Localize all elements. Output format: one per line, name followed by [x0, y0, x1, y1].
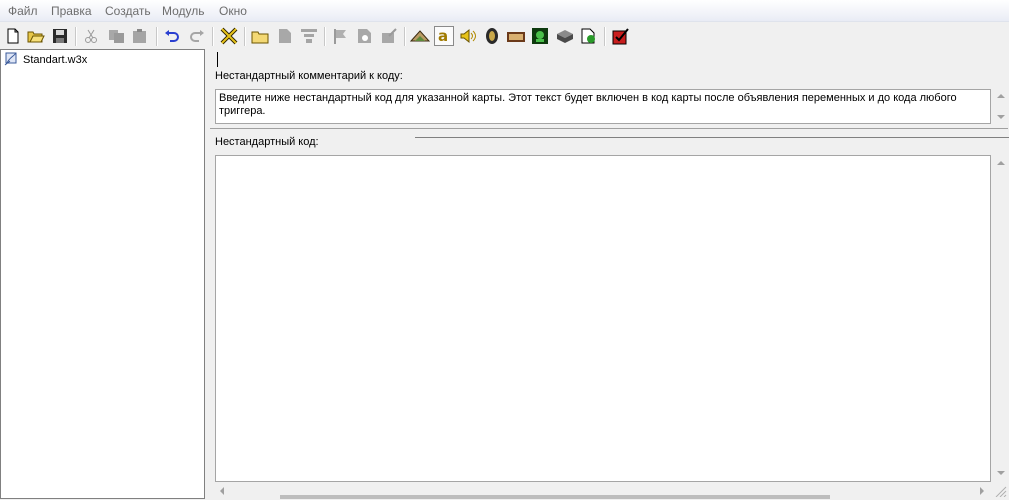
campaign-icon[interactable]	[506, 26, 526, 46]
delete-icon[interactable]	[219, 26, 239, 46]
cut-icon[interactable]	[81, 26, 101, 46]
scroll-down-icon[interactable]	[997, 115, 1005, 119]
trigger-icon[interactable]: a	[434, 26, 454, 46]
code-scrollbar[interactable]	[993, 155, 1009, 482]
svg-text:a: a	[438, 28, 448, 44]
menu-bar: Файл Правка Создать Модуль Окно	[0, 0, 1009, 22]
trigger-tree[interactable]: Standart.w3x	[0, 49, 205, 499]
import-icon[interactable]	[555, 26, 575, 46]
undo-icon[interactable]	[162, 26, 182, 46]
text-caret	[217, 52, 218, 67]
section-divider	[210, 128, 1008, 129]
new-icon[interactable]	[3, 26, 23, 46]
map-file-icon	[4, 51, 20, 69]
toolbar: a	[0, 24, 1009, 49]
comment-label: Нестандартный комментарий к коду:	[215, 70, 403, 82]
sound-icon[interactable]	[458, 26, 478, 46]
code-label: Нестандартный код:	[215, 136, 319, 148]
menu-create[interactable]: Создать	[105, 4, 151, 18]
menu-edit[interactable]: Правка	[51, 4, 92, 18]
page-icon[interactable]	[275, 26, 295, 46]
scroll-up-icon[interactable]	[997, 161, 1005, 165]
tree-item-label: Standart.w3x	[23, 54, 88, 66]
menu-module[interactable]: Модуль	[162, 4, 205, 18]
code-hscrollbar[interactable]	[215, 483, 990, 499]
open-icon[interactable]	[26, 26, 46, 46]
scroll-thumb[interactable]	[280, 495, 830, 499]
tree-item-map[interactable]: Standart.w3x	[4, 52, 87, 68]
section-divider-line	[415, 137, 1009, 138]
terrain-icon[interactable]	[410, 26, 430, 46]
align-icon[interactable]	[299, 26, 319, 46]
check-icon[interactable]	[611, 26, 631, 46]
paste-icon[interactable]	[130, 26, 150, 46]
comment-textarea[interactable]: Введите ниже нестандартный код для указа…	[215, 89, 991, 124]
scroll-left-icon[interactable]	[220, 487, 224, 495]
scroll-down-icon[interactable]	[997, 471, 1005, 475]
panel-splitter[interactable]	[205, 49, 209, 499]
object-icon[interactable]	[482, 26, 502, 46]
save-icon[interactable]	[50, 26, 70, 46]
redo-icon[interactable]	[187, 26, 207, 46]
menu-file[interactable]: Файл	[8, 4, 38, 18]
doc-gear-icon[interactable]	[355, 26, 375, 46]
test-map-icon[interactable]	[579, 26, 599, 46]
copy-icon[interactable]	[107, 26, 127, 46]
resize-grip-icon[interactable]	[993, 485, 1007, 498]
menu-window[interactable]: Окно	[219, 4, 247, 18]
comment-scrollbar[interactable]	[993, 89, 1009, 124]
ai-icon[interactable]	[530, 26, 550, 46]
scroll-up-icon[interactable]	[997, 94, 1005, 98]
code-textarea[interactable]	[215, 155, 991, 482]
flag-icon[interactable]	[330, 26, 350, 46]
scroll-right-icon[interactable]	[980, 487, 984, 495]
doc-edit-icon[interactable]	[379, 26, 399, 46]
folder-icon[interactable]	[250, 26, 270, 46]
